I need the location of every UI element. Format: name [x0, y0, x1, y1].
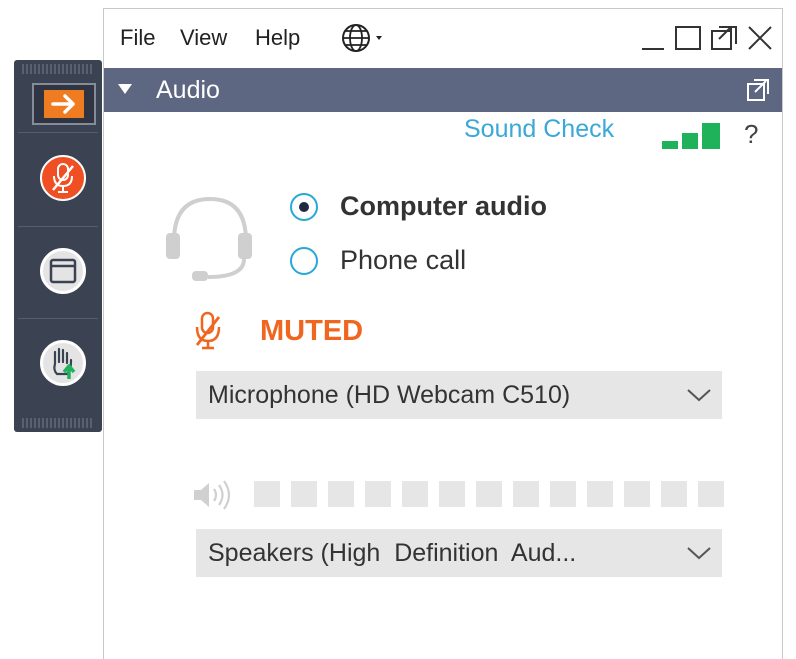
popout-icon [747, 79, 769, 101]
level-segment [402, 481, 428, 507]
control-strip [14, 60, 102, 432]
chevron-down-icon [687, 389, 711, 402]
signal-bars-icon [662, 123, 720, 149]
level-segment [254, 481, 280, 507]
menu-help[interactable]: Help [255, 25, 300, 51]
popout-icon [711, 26, 737, 50]
level-segment [513, 481, 539, 507]
menu-bar: File View Help [104, 9, 782, 67]
minimize-button[interactable] [640, 23, 666, 58]
speaker-level-meter [254, 481, 724, 507]
sound-check-link[interactable]: Sound Check [464, 115, 614, 144]
level-segment [439, 481, 465, 507]
microphone-select-value: Microphone (HD Webcam C510) [208, 381, 571, 409]
chevron-down-icon [687, 547, 711, 560]
window-icon [49, 258, 77, 284]
menu-file[interactable]: File [120, 25, 155, 51]
level-segment [550, 481, 576, 507]
level-segment [698, 481, 724, 507]
drag-grip[interactable] [22, 418, 94, 428]
level-segment [291, 481, 317, 507]
raise-hand-button[interactable] [40, 340, 86, 386]
maximize-button[interactable] [674, 23, 702, 58]
mic-muted-icon [52, 163, 74, 193]
computer-audio-radio[interactable] [290, 193, 318, 221]
audio-window: File View Help Audio Sound Check ? Compu… [103, 8, 783, 659]
minimize-icon [642, 48, 664, 50]
level-segment [587, 481, 613, 507]
panel-title: Audio [156, 76, 220, 104]
mic-muted-icon [194, 311, 222, 356]
drag-grip[interactable] [22, 64, 94, 74]
globe-icon [342, 24, 382, 52]
close-button[interactable] [746, 23, 774, 58]
speakers-select-value: Speakers (High Definition Aud... [208, 539, 577, 567]
phone-call-radio[interactable] [290, 247, 318, 275]
level-segment [661, 481, 687, 507]
panel-popout-button[interactable] [746, 78, 770, 107]
close-icon [748, 26, 772, 50]
level-segment [476, 481, 502, 507]
level-segment [365, 481, 391, 507]
phone-call-label[interactable]: Phone call [340, 245, 466, 276]
raise-hand-icon [53, 347, 76, 379]
computer-audio-label[interactable]: Computer audio [340, 191, 547, 222]
maximize-icon [675, 26, 701, 50]
mute-status: MUTED [260, 315, 364, 347]
headset-icon [162, 191, 258, 292]
help-button[interactable]: ? [744, 119, 758, 150]
audio-panel-header[interactable]: Audio [104, 68, 782, 112]
arrow-right-icon [51, 94, 75, 114]
microphone-select[interactable]: Microphone (HD Webcam C510) [196, 371, 722, 419]
speaker-icon [192, 479, 236, 516]
triangle-down-icon[interactable] [118, 84, 132, 94]
level-segment [328, 481, 354, 507]
show-panel-button[interactable] [32, 83, 96, 125]
language-menu[interactable] [340, 22, 390, 59]
screen-share-button[interactable] [40, 248, 86, 294]
popout-button[interactable] [709, 23, 739, 58]
level-segment [624, 481, 650, 507]
sound-check-button[interactable] [660, 121, 724, 156]
mute-microphone-button[interactable] [40, 155, 86, 201]
speakers-select[interactable]: Speakers (High Definition Aud... [196, 529, 722, 577]
menu-view[interactable]: View [180, 25, 227, 51]
